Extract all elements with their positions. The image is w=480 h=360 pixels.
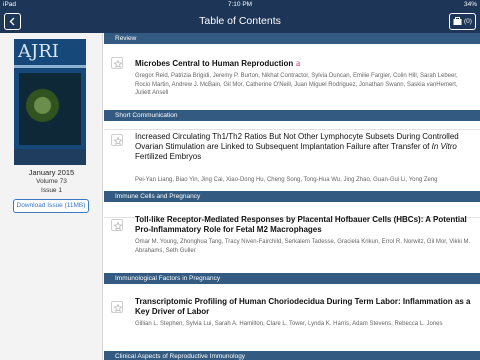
clock: 7:10 PM: [227, 1, 253, 8]
article-title[interactable]: Increased Circulating Th1/Th2 Ratios But…: [135, 132, 473, 162]
cart-count: (0): [464, 18, 472, 25]
article-authors: Gillian L. Stephen, Sylvia Lui, Sarah A.…: [135, 321, 443, 327]
battery-level: 34%: [463, 1, 477, 8]
cover-footer: [14, 149, 86, 165]
star-icon: [114, 222, 122, 230]
navigation-bar: Table of Contents (0): [0, 10, 480, 33]
section-header-immune-cells: Immune Cells and Pregnancy: [104, 191, 480, 202]
favorite-button[interactable]: [111, 134, 123, 146]
article-item[interactable]: Toll-like Receptor-Mediated Responses by…: [104, 202, 480, 279]
star-icon: [114, 137, 122, 145]
status-bar: iPad 7:10 PM 34%: [0, 0, 480, 10]
article-title[interactable]: Toll-like Receptor-Mediated Responses by…: [135, 215, 473, 235]
cart-button[interactable]: (0): [449, 13, 476, 30]
page-title: Table of Contents: [199, 15, 281, 27]
cover-stripe: [14, 65, 86, 68]
issue-number: Issue 1: [41, 187, 62, 194]
article-title[interactable]: Transcriptomic Profiling of Human Chorio…: [135, 297, 473, 317]
article-item[interactable]: Transcriptomic Profiling of Human Chorio…: [104, 284, 480, 356]
section-header-clinical-aspects: Clinical Aspects of Reproductive Immunol…: [104, 351, 480, 360]
journal-cover-image[interactable]: AJRI: [14, 39, 86, 165]
article-title[interactable]: Microbes Central to Human Reproduction 𝕒: [135, 59, 473, 69]
article-authors: Omar M. Young, Zhonghua Tang, Tracy Nive…: [135, 239, 471, 254]
download-issue-button[interactable]: Download Issue (11MB): [13, 199, 89, 213]
star-icon: [114, 60, 122, 68]
toc-list[interactable]: Review Microbes Central to Human Reprodu…: [104, 33, 480, 360]
favorite-button[interactable]: [111, 301, 123, 313]
star-icon: [114, 304, 122, 312]
section-header-immunological-factors: Immunological Factors in Pregnancy: [104, 273, 480, 284]
issue-volume: Volume 73: [36, 178, 67, 185]
article-authors: Gregor Reid, Patrizia Brigidi, Jeremy P.…: [135, 73, 458, 96]
issue-sidebar: AJRI January 2015 Volume 73 Issue 1 Down…: [0, 33, 103, 360]
favorite-button[interactable]: [111, 219, 123, 231]
issue-date: January 2015: [28, 168, 75, 177]
open-access-icon: 𝕒: [295, 59, 301, 68]
cover-artwork: [19, 73, 81, 145]
cover-journal-title: AJRI: [18, 41, 59, 62]
section-header-short-communication: Short Communication: [104, 110, 480, 121]
favorite-button[interactable]: [111, 57, 123, 69]
section-header-review: Review: [104, 33, 480, 44]
article-authors: Pei-Yan Liang, Biao Yin, Jing Cai, Xiao-…: [135, 177, 438, 183]
cart-icon: [453, 17, 462, 25]
